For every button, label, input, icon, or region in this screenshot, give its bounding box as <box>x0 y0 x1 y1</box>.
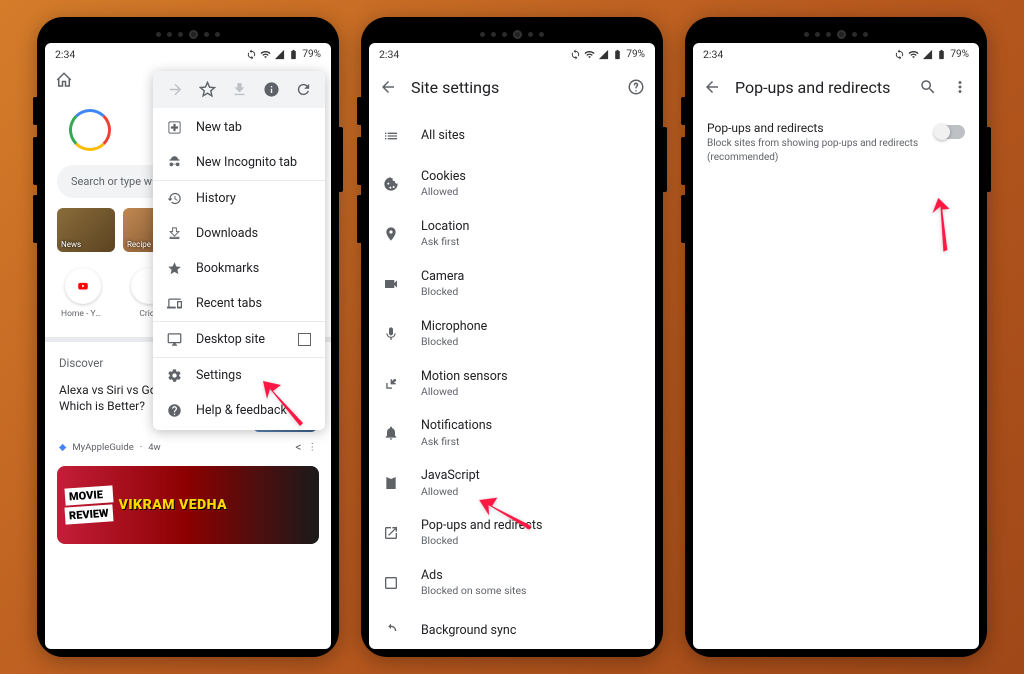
notch <box>369 25 655 43</box>
setting-bg-sync[interactable]: Background sync <box>369 608 655 649</box>
setting-camera[interactable]: CameraBlocked <box>369 259 655 309</box>
menu-history[interactable]: History <box>153 180 325 216</box>
battery-pct: 79% <box>626 49 645 60</box>
mic-icon <box>383 326 399 342</box>
menu-new-tab[interactable]: New tab <box>153 110 325 145</box>
movie-banner[interactable]: MOVIE REVIEW VIKRAM VEDHA <box>57 466 319 544</box>
signal-icon <box>598 49 609 60</box>
forward-icon[interactable] <box>167 81 184 98</box>
chrome-menu: New tab New Incognito tab History Downlo… <box>153 71 325 430</box>
tile-news[interactable]: News <box>57 208 115 252</box>
menu-help[interactable]: Help & feedback <box>153 393 325 428</box>
battery-icon <box>936 49 947 60</box>
help-icon <box>167 403 182 418</box>
battery-pct: 79% <box>302 49 321 60</box>
back-icon[interactable] <box>379 78 397 96</box>
gear-icon <box>167 368 182 383</box>
pointer-arrow <box>904 188 968 259</box>
sync-icon <box>570 49 581 60</box>
toggle-label: Pop-ups and redirects <box>707 121 925 135</box>
notch <box>45 25 331 43</box>
download-icon[interactable] <box>231 81 248 98</box>
settings-list: All sites CookiesAllowed LocationAsk fir… <box>369 109 655 649</box>
menu-recent-tabs[interactable]: Recent tabs <box>153 286 325 321</box>
notch <box>693 25 979 43</box>
setting-all-sites[interactable]: All sites <box>369 113 655 159</box>
list-icon <box>383 128 399 144</box>
phone-3: 2:34 79% Pop-ups and redirects Pop-ups a… <box>685 17 987 657</box>
menu-settings[interactable]: Settings <box>153 357 325 393</box>
shortcut-youtube[interactable]: Home - You… <box>61 268 105 319</box>
star-icon <box>167 261 182 276</box>
signal-icon <box>274 49 285 60</box>
info-icon[interactable] <box>263 81 280 98</box>
article-meta: ◆ MyAppleGuide · 4w < ⋮ <box>45 440 331 462</box>
checkbox[interactable] <box>298 333 311 346</box>
toggle-sub: Block sites from showing pop-ups and red… <box>707 137 925 164</box>
clock: 2:34 <box>55 48 75 61</box>
back-icon[interactable] <box>703 78 721 96</box>
setting-popups[interactable]: Pop-ups and redirectsBlocked <box>369 508 655 558</box>
wifi-icon <box>260 49 271 60</box>
battery-pct: 79% <box>950 49 969 60</box>
location-icon <box>383 226 399 242</box>
bell-icon <box>383 425 399 441</box>
wifi-icon <box>584 49 595 60</box>
setting-cookies[interactable]: CookiesAllowed <box>369 159 655 209</box>
setting-javascript[interactable]: JavaScriptAllowed <box>369 458 655 508</box>
google-logo <box>69 109 111 151</box>
toggle-switch[interactable] <box>935 125 965 139</box>
status-bar: 2:34 79% <box>369 43 655 65</box>
page-title: Site settings <box>411 78 499 97</box>
menu-bookmarks[interactable]: Bookmarks <box>153 251 325 286</box>
menu-incognito[interactable]: New Incognito tab <box>153 145 325 180</box>
history-icon <box>167 191 182 206</box>
more-icon[interactable] <box>951 78 969 96</box>
incognito-icon <box>167 155 182 170</box>
download-icon <box>167 226 182 241</box>
status-bar: 2:34 79% <box>45 43 331 65</box>
battery-icon <box>612 49 623 60</box>
clock: 2:34 <box>703 48 723 61</box>
menu-desktop-site[interactable]: Desktop site <box>153 321 325 357</box>
desktop-icon <box>167 332 182 347</box>
reload-icon[interactable] <box>295 81 312 98</box>
setting-microphone[interactable]: MicrophoneBlocked <box>369 309 655 359</box>
menu-downloads[interactable]: Downloads <box>153 216 325 251</box>
setting-ads[interactable]: AdsBlocked on some sites <box>369 558 655 608</box>
battery-icon <box>288 49 299 60</box>
help-icon[interactable] <box>627 78 645 96</box>
sync-icon <box>894 49 905 60</box>
popup-toggle-row[interactable]: Pop-ups and redirects Block sites from s… <box>693 109 979 176</box>
ads-icon <box>383 575 399 591</box>
javascript-icon <box>383 475 399 491</box>
share-icon[interactable]: < <box>295 440 301 454</box>
motion-icon <box>383 376 399 392</box>
page-title: Pop-ups and redirects <box>735 78 890 97</box>
popup-icon <box>383 525 399 541</box>
clock: 2:34 <box>379 48 399 61</box>
phone-2: 2:34 79% Site settings All sites <box>361 17 663 657</box>
plus-icon <box>167 120 182 135</box>
home-icon[interactable] <box>55 71 73 89</box>
camera-icon <box>383 276 399 292</box>
sync-icon <box>383 623 399 639</box>
search-icon[interactable] <box>919 78 937 96</box>
more-icon[interactable]: ⋮ <box>308 442 318 453</box>
setting-notifications[interactable]: NotificationsAsk first <box>369 408 655 458</box>
cookie-icon <box>383 176 399 192</box>
setting-motion[interactable]: Motion sensorsAllowed <box>369 359 655 409</box>
devices-icon <box>167 296 182 311</box>
phone-1: 2:34 79% Search or type w News Recipe <box>37 17 339 657</box>
sync-icon <box>246 49 257 60</box>
setting-location[interactable]: LocationAsk first <box>369 209 655 259</box>
star-icon[interactable] <box>199 81 216 98</box>
wifi-icon <box>908 49 919 60</box>
status-bar: 2:34 79% <box>693 43 979 65</box>
signal-icon <box>922 49 933 60</box>
